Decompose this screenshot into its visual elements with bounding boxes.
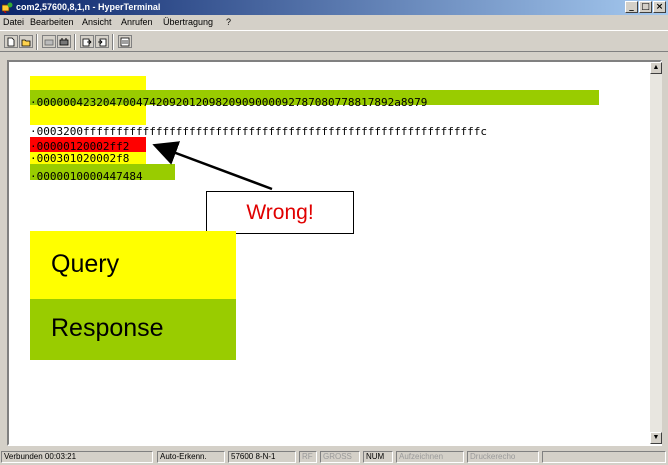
- minimize-button[interactable]: _: [625, 1, 638, 13]
- status-empty: [542, 451, 666, 463]
- status-bar: Verbunden 00:03:21 Auto-Erkenn. 57600 8-…: [0, 449, 668, 465]
- menu-bearbeiten[interactable]: Bearbeiten: [30, 17, 74, 27]
- menu-help[interactable]: ?: [226, 17, 231, 27]
- menu-datei[interactable]: Datei: [3, 17, 24, 27]
- menu-anrufen[interactable]: Anrufen: [121, 17, 153, 27]
- scroll-down-button[interactable]: ▼: [650, 432, 662, 444]
- properties-icon[interactable]: [118, 35, 132, 48]
- query-legend: Query: [30, 231, 236, 299]
- response-legend: Response: [30, 299, 236, 360]
- status-record: Aufzeichnen: [396, 451, 464, 463]
- status-connected: Verbunden 00:03:21: [1, 451, 153, 463]
- vertical-scrollbar[interactable]: ▲ ▼: [650, 62, 662, 444]
- response-legend-label: Response: [51, 314, 164, 342]
- status-printecho: Druckerecho: [467, 451, 539, 463]
- scroll-up-button[interactable]: ▲: [650, 62, 662, 74]
- window-title: com2,57600,8,1,n - HyperTerminal: [16, 2, 161, 12]
- query-legend-label: Query: [51, 250, 120, 278]
- menu-bar: Datei Bearbeiten Ansicht Anrufen Übertra…: [0, 15, 668, 30]
- toolbar: [0, 30, 668, 52]
- status-num: NUM: [363, 451, 393, 463]
- hyperterminal-icon: [2, 2, 13, 13]
- maximize-button[interactable]: □: [639, 1, 652, 13]
- connect-icon[interactable]: [57, 35, 71, 48]
- status-rf: RF: [299, 451, 317, 463]
- status-detect: Auto-Erkenn.: [157, 451, 225, 463]
- title-bar[interactable]: com2,57600,8,1,n - HyperTerminal _ □ ×: [0, 0, 668, 15]
- receive-icon[interactable]: [95, 35, 109, 48]
- open-folder-icon[interactable]: [19, 35, 33, 48]
- send-icon[interactable]: [80, 35, 94, 48]
- disconnect-icon[interactable]: [42, 35, 56, 48]
- menu-uebertragung[interactable]: Übertragung: [163, 17, 213, 27]
- menu-ansicht[interactable]: Ansicht: [82, 17, 112, 27]
- status-gross: GROSS: [320, 451, 360, 463]
- new-document-icon[interactable]: [4, 35, 18, 48]
- wrong-callout: Wrong!: [206, 191, 354, 234]
- close-button[interactable]: ×: [653, 1, 666, 13]
- status-params: 57600 8-N-1: [228, 451, 296, 463]
